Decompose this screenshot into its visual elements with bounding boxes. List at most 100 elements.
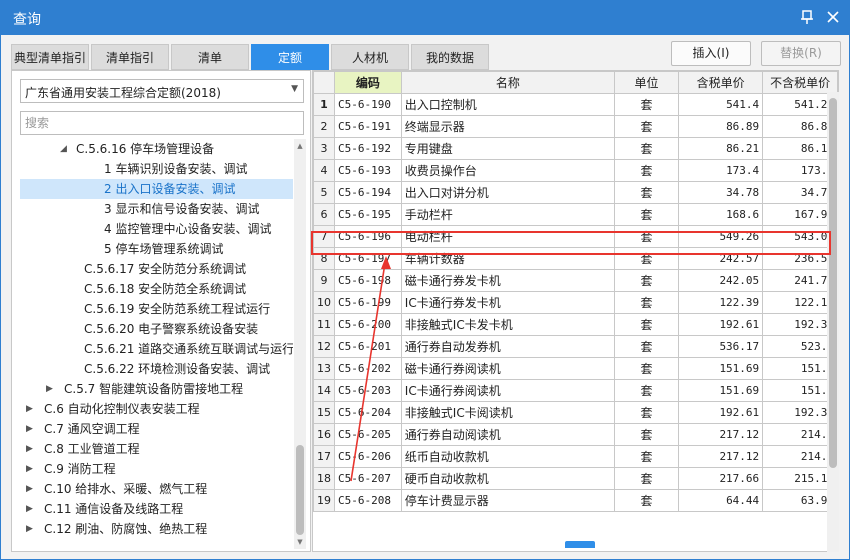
cell-name: 硬币自动收款机 <box>400 467 615 490</box>
scroll-down-icon[interactable]: ▼ <box>295 537 305 547</box>
tree-item[interactable]: 5 停车场管理系统调试 <box>20 239 293 259</box>
triangle-right-icon[interactable]: ▶ <box>26 439 33 459</box>
tree-item[interactable]: ▶ C.9 消防工程 <box>20 459 293 479</box>
cell-code: C5-6-208 <box>334 489 402 512</box>
scroll-up-icon[interactable]: ▲ <box>295 141 305 151</box>
row-index: 11 <box>313 313 335 336</box>
cell-price-tax: 192.61 <box>678 313 764 336</box>
quota-grid-panel: 编码 名称 单位 含税单价 不含税单价 1 C5-6-190 出入口控制机套 541.… <box>312 70 839 552</box>
tree-scrollbar[interactable]: ▲ ▼ <box>294 139 306 549</box>
table-row[interactable]: 19 C5-6-208 停车计费显示器套 64.44 63.96 <box>313 489 838 512</box>
triangle-right-icon[interactable]: ▶ <box>26 459 33 479</box>
table-row[interactable]: 10 C5-6-199 IC卡通行券发卡机套 122.39 122.12 <box>313 291 838 314</box>
tree-item[interactable]: ▶ C.5.7 智能建筑设备防雷接地工程 <box>20 379 293 399</box>
cell-code: C5-6-202 <box>334 357 402 380</box>
tree-item[interactable]: ▶ C.6 自动化控制仪表安装工程 <box>20 399 293 419</box>
table-row[interactable]: 17 C5-6-206 纸币自动收款机套 217.12 214.7 <box>313 445 838 468</box>
cell-unit: 套 <box>613 137 680 160</box>
row-index: 4 <box>313 159 335 182</box>
table-row[interactable]: 12 C5-6-201 通行券自动发券机套 536.17 523.4 <box>313 335 838 358</box>
cell-code: C5-6-198 <box>334 269 402 292</box>
search-input[interactable] <box>20 111 304 135</box>
table-row[interactable]: 11 C5-6-200 非接触式IC卡发卡机套 192.61 192.33 <box>313 313 838 336</box>
cell-unit: 套 <box>613 93 680 116</box>
cell-name: 车辆计数器 <box>400 247 615 270</box>
splitter-handle[interactable] <box>565 541 595 548</box>
tree-item[interactable]: ▶ C.10 给排水、采暖、燃气工程 <box>20 479 293 499</box>
cell-code: C5-6-207 <box>334 467 402 490</box>
tree-item[interactable]: ▶ C.11 通信设备及线路工程 <box>20 499 293 519</box>
triangle-right-icon[interactable]: ▶ <box>26 399 33 419</box>
tab-typical-list-guide[interactable]: 典型清单指引 <box>11 44 89 70</box>
row-index: 15 <box>313 401 335 424</box>
cell-name: 终端显示器 <box>400 115 615 138</box>
table-row[interactable]: 15 C5-6-204 非接触式IC卡阅读机套 192.61 192.33 <box>313 401 838 424</box>
triangle-right-icon[interactable]: ▶ <box>46 379 53 399</box>
table-header-row: 编码 名称 单位 含税单价 不含税单价 <box>313 71 838 94</box>
tree-item[interactable]: 1 车辆识别设备安装、调试 <box>20 159 293 179</box>
triangle-right-icon[interactable]: ▶ <box>26 519 33 539</box>
table-row[interactable]: 3 C5-6-192 专用键盘套 86.21 86.19 <box>313 137 838 160</box>
tree-item[interactable]: C.5.6.19 安全防范系统工程试运行 <box>20 299 293 319</box>
cell-unit: 套 <box>613 159 680 182</box>
tree-item[interactable]: C.5.6.21 道路交通系统互联调试与运行 <box>20 339 293 359</box>
header-price-notax[interactable]: 不含税单价 <box>762 71 838 94</box>
triangle-right-icon[interactable]: ▶ <box>26 419 33 439</box>
table-row[interactable]: 13 C5-6-202 磁卡通行券阅读机套 151.69 151.5 <box>313 357 838 380</box>
grid-scrollbar-thumb[interactable] <box>829 98 837 468</box>
tree-item[interactable]: C.5.6.20 电子警察系统设备安装 <box>20 319 293 339</box>
tree-item[interactable]: 4 监控管理中心设备安装、调试 <box>20 219 293 239</box>
tab-list-guide[interactable]: 清单指引 <box>91 44 169 70</box>
tree-item[interactable]: 3 显示和信号设备安装、调试 <box>20 199 293 219</box>
cell-price-tax: 217.12 <box>678 423 764 446</box>
tree-item[interactable]: C.5.6.18 安全防范全系统调试 <box>20 279 293 299</box>
tree-item-selected[interactable]: 2 出入口设备安装、调试 <box>20 179 293 199</box>
triangle-down-icon[interactable]: ◢ <box>60 139 67 159</box>
table-row[interactable]: 5 C5-6-194 出入口对讲分机套 34.78 34.76 <box>313 181 838 204</box>
table-row[interactable]: 14 C5-6-203 IC卡通行券阅读机套 151.69 151.5 <box>313 379 838 402</box>
insert-button[interactable]: 插入(I) <box>671 41 751 66</box>
header-code[interactable]: 编码 <box>334 71 402 94</box>
replace-button[interactable]: 替换(R) <box>761 41 841 66</box>
tab-list[interactable]: 清单 <box>171 44 249 70</box>
row-index: 16 <box>313 423 335 446</box>
cell-code: C5-6-199 <box>334 291 402 314</box>
tree-item[interactable]: C.5.6.17 安全防范分系统调试 <box>20 259 293 279</box>
grid-scrollbar[interactable] <box>827 92 839 552</box>
cell-name: 通行券自动阅读机 <box>400 423 615 446</box>
tab-labor-material-machine[interactable]: 人材机 <box>331 44 409 70</box>
tree-item[interactable]: ▶ C.7 通风空调工程 <box>20 419 293 439</box>
header-name[interactable]: 名称 <box>400 71 615 94</box>
table-row[interactable]: 9 C5-6-198 磁卡通行券发卡机套 242.05 241.77 <box>313 269 838 292</box>
table-row[interactable]: 6 C5-6-195 手动栏杆套 168.6 167.92 <box>313 203 838 226</box>
title-bar[interactable]: 查询 <box>1 1 849 35</box>
table-row[interactable]: 7 C5-6-196 电动栏杆套 549.26 543.05 <box>313 225 838 248</box>
tree-scrollbar-thumb[interactable] <box>296 445 304 535</box>
quota-library-select[interactable]: 广东省通用安装工程综合定额(2018) ▼ <box>20 79 304 103</box>
cell-code: C5-6-200 <box>334 313 402 336</box>
triangle-right-icon[interactable]: ▶ <box>26 499 33 519</box>
quota-library-value: 广东省通用安装工程综合定额(2018) <box>25 86 221 100</box>
table-row[interactable]: 16 C5-6-205 通行券自动阅读机套 217.12 214.7 <box>313 423 838 446</box>
quota-tree: ◢ C.5.6.16 停车场管理设备 1 车辆识别设备安装、调试 2 出入口设备安… <box>20 139 293 549</box>
close-icon[interactable] <box>823 7 843 27</box>
tree-item[interactable]: C.5.6.22 环境检测设备安装、调试 <box>20 359 293 379</box>
table-row[interactable]: 2 C5-6-191 终端显示器套 86.89 86.87 <box>313 115 838 138</box>
header-price-tax[interactable]: 含税单价 <box>678 71 764 94</box>
header-unit[interactable]: 单位 <box>613 71 680 94</box>
row-index: 9 <box>313 269 335 292</box>
triangle-right-icon[interactable]: ▶ <box>26 479 33 499</box>
cell-name: 专用键盘 <box>400 137 615 160</box>
dropdown-arrow-icon: ▼ <box>291 84 298 94</box>
table-row[interactable]: 4 C5-6-193 收费员操作台套 173.4 173.2 <box>313 159 838 182</box>
table-row[interactable]: 1 C5-6-190 出入口控制机套 541.4 541.21 <box>313 93 838 116</box>
tree-item[interactable]: ▶ C.12 刷油、防腐蚀、绝热工程 <box>20 519 293 539</box>
tree-item[interactable]: ▶ C.8 工业管道工程 <box>20 439 293 459</box>
tab-quota[interactable]: 定额 <box>251 44 329 70</box>
table-row[interactable]: 8 C5-6-197 车辆计数器套 242.57 236.55 <box>313 247 838 270</box>
cell-code: C5-6-194 <box>334 181 402 204</box>
tab-my-data[interactable]: 我的数据 <box>411 44 489 70</box>
pin-icon[interactable] <box>797 7 817 27</box>
tree-item[interactable]: ◢ C.5.6.16 停车场管理设备 <box>20 139 293 159</box>
table-row[interactable]: 18 C5-6-207 硬币自动收款机套 217.66 215.16 <box>313 467 838 490</box>
